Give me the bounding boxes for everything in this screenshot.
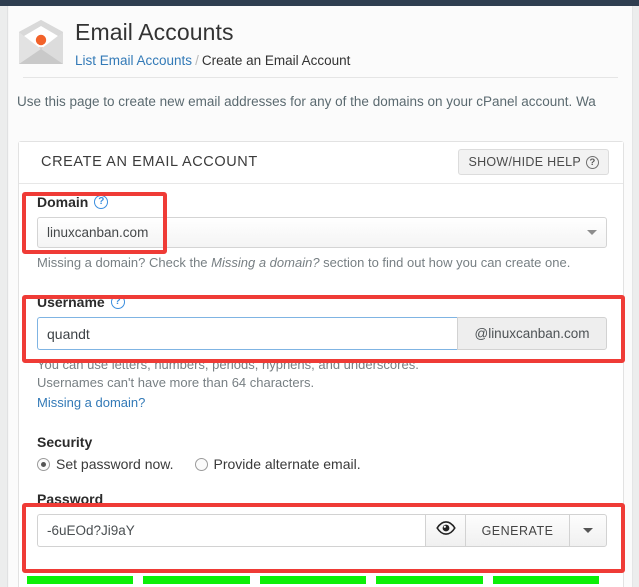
domain-select[interactable]: linuxcanban.com xyxy=(37,217,607,248)
intro-description: Use this page to create new email addres… xyxy=(9,76,632,112)
radio-provide-alternate-email-label: Provide alternate email. xyxy=(214,456,361,472)
security-label: Security xyxy=(37,434,605,450)
password-options-dropdown-button[interactable] xyxy=(569,514,607,547)
domain-label-row: Domain ? xyxy=(37,194,605,210)
password-label-row: Password xyxy=(37,491,605,507)
create-email-account-panel: CREATE AN EMAIL ACCOUNT SHOW/HIDE HELP ?… xyxy=(18,141,624,587)
strength-segment xyxy=(376,576,482,584)
username-help-icon[interactable]: ? xyxy=(111,295,125,309)
radio-provide-alternate-email[interactable]: Provide alternate email. xyxy=(195,456,361,472)
username-label: Username xyxy=(37,294,105,310)
domain-hint: Missing a domain? Check the Missing a do… xyxy=(37,254,605,272)
domain-select-wrap: linuxcanban.com xyxy=(37,217,607,248)
strength-segment xyxy=(493,576,599,584)
radio-set-password-now[interactable]: Set password now. xyxy=(37,456,174,472)
missing-a-domain-link[interactable]: Missing a domain? xyxy=(37,394,145,412)
security-group: Security Set password now. Provide alter… xyxy=(37,434,605,472)
toggle-password-visibility-button[interactable] xyxy=(425,514,465,547)
password-input-group: GENERATE xyxy=(37,514,607,547)
page-content: Email Accounts List Email Accounts/Creat… xyxy=(9,6,632,587)
breadcrumb: List Email Accounts/Create an Email Acco… xyxy=(75,52,632,69)
strength-segment xyxy=(27,576,133,584)
username-field-group: Username ? @linuxcanban.com You can use … xyxy=(37,294,605,412)
username-hint-line-2: Usernames can't have more than 64 charac… xyxy=(37,374,605,392)
header-divider xyxy=(23,77,618,78)
header-text-block: Email Accounts List Email Accounts/Creat… xyxy=(75,14,632,69)
right-gutter xyxy=(632,6,639,587)
domain-label: Domain xyxy=(37,194,88,210)
username-hint-line-1: You can use letters, numbers, periods, h… xyxy=(37,356,605,374)
generate-password-label: GENERATE xyxy=(482,524,554,538)
domain-hint-after: section to find out how you can create o… xyxy=(320,255,571,270)
domain-help-icon[interactable]: ? xyxy=(94,195,108,209)
show-hide-help-button[interactable]: SHOW/HIDE HELP ? xyxy=(458,149,609,175)
domain-hint-italic: Missing a domain? xyxy=(211,255,319,270)
generate-password-button[interactable]: GENERATE xyxy=(465,514,569,547)
page-title: Email Accounts xyxy=(75,18,632,46)
username-input-group: @linuxcanban.com xyxy=(37,317,607,350)
panel-title: CREATE AN EMAIL ACCOUNT xyxy=(41,154,258,170)
password-label: Password xyxy=(37,491,103,507)
username-input[interactable] xyxy=(37,317,457,350)
left-gutter xyxy=(0,6,8,587)
domain-field-group: Domain ? linuxcanban.com Missing a domai… xyxy=(37,194,605,272)
email-accounts-envelope-icon xyxy=(15,18,67,68)
password-field-group: Password xyxy=(37,491,605,547)
page-header: Email Accounts List Email Accounts/Creat… xyxy=(9,6,632,76)
question-circle-icon: ? xyxy=(586,156,599,169)
radio-indicator-unselected xyxy=(195,458,208,471)
breadcrumb-current: Create an Email Account xyxy=(202,53,351,68)
security-radio-row: Set password now. Provide alternate emai… xyxy=(37,456,605,472)
page-root: Email Accounts List Email Accounts/Creat… xyxy=(0,0,639,587)
strength-segment xyxy=(143,576,249,584)
breadcrumb-separator: / xyxy=(195,53,199,68)
password-input[interactable] xyxy=(37,514,425,547)
radio-indicator-selected xyxy=(37,458,50,471)
panel-header: CREATE AN EMAIL ACCOUNT SHOW/HIDE HELP ? xyxy=(19,142,623,184)
strength-segment xyxy=(260,576,366,584)
username-domain-addon: @linuxcanban.com xyxy=(457,317,607,350)
panel-body: Domain ? linuxcanban.com Missing a domai… xyxy=(19,184,623,547)
eye-icon xyxy=(436,521,456,540)
radio-set-password-now-label: Set password now. xyxy=(56,456,174,472)
password-strength-bars xyxy=(27,576,599,584)
breadcrumb-link-list-email-accounts[interactable]: List Email Accounts xyxy=(75,53,192,68)
caret-down-icon xyxy=(583,528,593,533)
username-label-row: Username ? xyxy=(37,294,605,310)
show-hide-help-label: SHOW/HIDE HELP xyxy=(468,155,581,169)
domain-hint-before: Missing a domain? Check the xyxy=(37,255,211,270)
